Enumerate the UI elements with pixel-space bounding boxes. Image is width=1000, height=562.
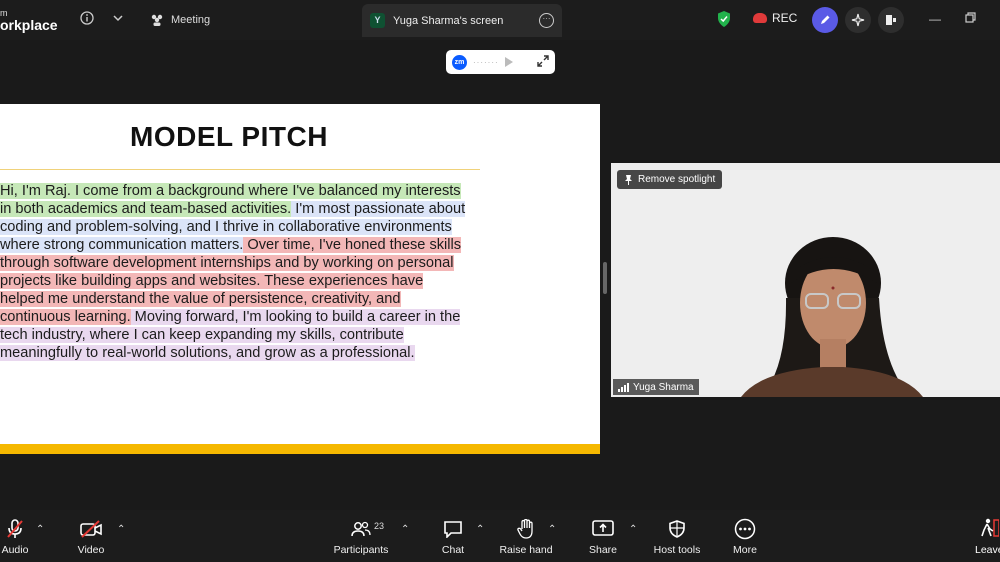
annotate-button[interactable]	[812, 7, 838, 33]
signal-strength-icon	[618, 382, 629, 392]
video-off-icon	[74, 518, 108, 540]
sparkle-icon	[851, 13, 865, 27]
slide-title: MODEL PITCH	[130, 121, 328, 152]
reactions-options-caret[interactable]: ⌃	[548, 524, 556, 535]
shared-screen-tab-label: Yuga Sharma's screen	[393, 14, 504, 27]
apps-icon	[886, 15, 896, 25]
meeting-toolbar: Audio ⌃ Video ⌃ Participants 23 ⌃ Chat ⌃…	[0, 510, 1000, 562]
audio-options-caret[interactable]: ⌃	[36, 524, 44, 535]
more-options-icon[interactable]: ···	[539, 13, 554, 28]
participant-video-feed	[611, 163, 1000, 397]
meeting-tab[interactable]: Meeting	[150, 8, 210, 32]
slide-footer-bar	[0, 444, 600, 454]
video-label: Video	[77, 544, 105, 556]
info-icon[interactable]	[79, 11, 95, 27]
participants-label: Participants	[333, 544, 389, 556]
host-tools-label: Host tools	[653, 544, 701, 556]
share-options-caret[interactable]: ⌃	[629, 524, 637, 535]
shared-slide: MODEL PITCH Hi, I'm Raj. I come from a b…	[0, 104, 600, 454]
host-tools-button[interactable]: Host tools	[650, 518, 704, 556]
shield-icon	[650, 518, 704, 540]
raise-hand-label: Raise hand	[499, 544, 553, 556]
meeting-tab-label: Meeting	[171, 14, 211, 26]
chat-button[interactable]: Chat	[438, 518, 468, 556]
share-label: Share	[588, 544, 618, 556]
leave-button[interactable]: Leave	[975, 518, 1000, 556]
brand-name: orkplace	[0, 17, 58, 33]
recording-indicator[interactable]: REC	[753, 11, 797, 25]
zoom-logo-icon: zm	[452, 54, 467, 70]
encryption-shield-icon[interactable]	[717, 11, 731, 27]
participants-options-caret[interactable]: ⌃	[401, 524, 409, 535]
share-progress-dots: ·······	[473, 57, 499, 67]
cloud-record-icon	[753, 13, 767, 23]
video-options-caret[interactable]: ⌃	[117, 524, 125, 535]
remove-spotlight-button[interactable]: Remove spotlight	[617, 170, 723, 189]
more-label: More	[733, 544, 757, 556]
participant-name: Yuga Sharma	[633, 381, 694, 393]
participants-icon	[151, 14, 163, 26]
expand-icon[interactable]	[537, 54, 549, 70]
participant-name-tag: Yuga Sharma	[613, 379, 699, 395]
pin-icon	[625, 174, 632, 185]
more-dots-icon	[728, 518, 762, 540]
split-drag-handle[interactable]	[603, 262, 607, 294]
chat-label: Chat	[441, 544, 465, 556]
chat-icon	[438, 518, 468, 540]
leave-label: Leave	[975, 544, 1000, 556]
participant-video-tile[interactable]: Remove spotlight Yuga Sharma	[611, 163, 1000, 397]
audio-button[interactable]: Audio	[0, 518, 30, 556]
share-button[interactable]: Share	[588, 518, 618, 556]
sharer-avatar: Y	[370, 13, 385, 28]
minimize-icon[interactable]: —	[929, 12, 941, 26]
more-button[interactable]: More	[728, 518, 762, 556]
app-logo: m orkplace	[0, 8, 58, 33]
hand-icon	[498, 518, 554, 540]
restore-window-icon[interactable]	[965, 12, 976, 26]
mic-muted-icon	[0, 518, 30, 540]
screen-share-controls: zm ·······	[446, 50, 555, 74]
top-bar: m orkplace Meeting Y Yuga Sharma's scree…	[0, 0, 1000, 40]
raise-hand-button[interactable]: Raise hand	[498, 518, 554, 556]
apps-button[interactable]	[878, 7, 904, 33]
shared-screen-tab[interactable]: Y Yuga Sharma's screen ···	[362, 4, 562, 37]
play-icon[interactable]	[504, 57, 513, 67]
pen-icon	[821, 15, 830, 24]
audio-label: Audio	[1, 544, 29, 556]
ai-companion-button[interactable]	[845, 7, 871, 33]
leave-icon	[975, 518, 1000, 540]
remove-spotlight-label: Remove spotlight	[638, 174, 716, 185]
share-screen-icon	[588, 518, 618, 540]
recording-label: REC	[772, 11, 798, 25]
slide-body-text: Hi, I'm Raj. I come from a background wh…	[0, 182, 470, 362]
participants-count: 23	[374, 521, 385, 531]
chevron-down-icon[interactable]	[110, 11, 126, 27]
chat-options-caret[interactable]: ⌃	[476, 524, 484, 535]
slide-divider	[0, 169, 480, 170]
video-button[interactable]: Video	[74, 518, 108, 556]
